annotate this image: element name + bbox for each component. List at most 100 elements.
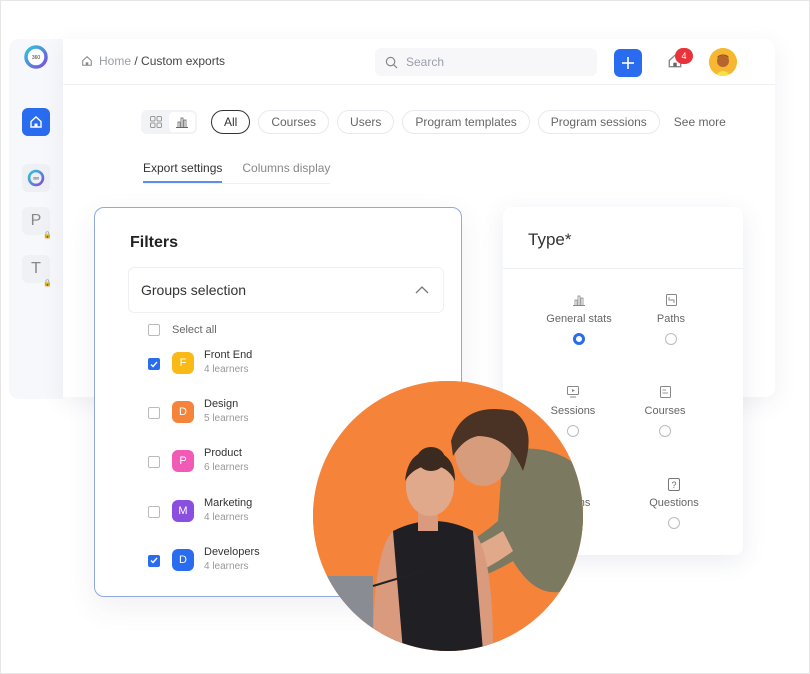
group-text: Developers 4 learners: [204, 545, 260, 575]
path-doc-icon: [664, 293, 678, 307]
add-button[interactable]: [614, 49, 642, 77]
type-title: Type*: [528, 230, 572, 249]
group-avatar: M: [172, 499, 194, 522]
group-name: Developers: [204, 545, 260, 558]
search-icon: [385, 56, 398, 68]
check-icon: [150, 361, 158, 368]
group-count: 6 learners: [204, 462, 249, 474]
filters-title: Filters: [130, 234, 179, 251]
group-checkbox[interactable]: [148, 456, 160, 469]
type-option-label: Questions: [649, 497, 699, 509]
group-name: Front End: [204, 349, 253, 361]
bar-chart-icon: [176, 117, 188, 128]
photo-illustration: [313, 381, 583, 651]
tab-columns-display[interactable]: Columns display: [242, 161, 330, 183]
group-text: Product 6 learners: [204, 446, 248, 476]
filter-chips: All Courses Users Program templates Prog…: [211, 110, 726, 134]
radio-sessions[interactable]: [567, 425, 579, 437]
svg-text:?: ?: [671, 480, 676, 490]
avatar-illustration: [709, 48, 737, 76]
chip-program-templates[interactable]: Program templates: [402, 110, 530, 134]
sidebar-item-home[interactable]: [22, 108, 50, 136]
tabs: Export settings Columns display: [143, 161, 331, 184]
user-avatar[interactable]: [709, 48, 737, 76]
grid-view-button[interactable]: [143, 112, 169, 132]
group-row[interactable]: F Front End 4 learners: [148, 348, 260, 397]
chip-courses[interactable]: Courses: [258, 110, 330, 134]
tab-export-settings[interactable]: Export settings: [143, 161, 223, 183]
group-count: 4 learners: [204, 364, 249, 375]
breadcrumb: Home / Custom exports: [81, 54, 225, 68]
radio-general-stats[interactable]: [573, 333, 585, 345]
group-name: Product: [204, 447, 242, 460]
select-all-checkbox[interactable]: [148, 324, 160, 336]
group-checkbox[interactable]: [148, 407, 160, 420]
app-logo[interactable]: 360: [22, 43, 50, 71]
group-avatar: F: [172, 352, 194, 374]
group-row[interactable]: D Developers 4 learners: [148, 545, 260, 594]
sidebar: 360 360 P 🔒 T 🔒: [9, 39, 63, 399]
group-avatar: P: [172, 450, 194, 473]
sidebar-item-letter: P: [30, 212, 42, 229]
radio-courses[interactable]: [659, 425, 671, 437]
sidebar-item-360[interactable]: 360: [22, 164, 50, 192]
chip-all[interactable]: All: [211, 110, 251, 134]
lock-icon: 🔒: [43, 232, 52, 239]
home-icon: [82, 56, 92, 66]
group-text: Design 5 learners: [204, 397, 248, 427]
chip-users[interactable]: Users: [337, 110, 395, 134]
breadcrumb-current: Custom exports: [141, 54, 226, 68]
groups-selection-header[interactable]: Groups selection: [128, 267, 444, 313]
question-icon: ?: [667, 477, 681, 491]
grid-icon: [150, 116, 162, 128]
bar-chart-icon: [572, 293, 586, 307]
screen-frame: 360 360 P 🔒 T 🔒 Home / Custom exports Se…: [0, 0, 810, 674]
radio-questions[interactable]: [668, 517, 680, 529]
group-count: 4 learners: [204, 511, 249, 523]
group-checkbox[interactable]: [148, 358, 160, 370]
sidebar-item-t[interactable]: T 🔒: [22, 255, 52, 287]
group-row[interactable]: D Design 5 learners: [148, 397, 260, 446]
group-row[interactable]: M Marketing 4 learners: [148, 496, 260, 545]
top-bar: Home / Custom exports 4: [63, 39, 775, 85]
notification-badge: 4: [675, 48, 693, 64]
see-more-link[interactable]: See more: [674, 115, 726, 129]
group-checkbox[interactable]: [148, 554, 160, 567]
check-icon: [150, 557, 158, 564]
type-option-label: Paths: [656, 313, 686, 325]
breadcrumb-home[interactable]: Home: [99, 54, 131, 68]
view-toggle: [141, 110, 197, 134]
group-avatar: D: [172, 548, 194, 571]
radio-paths[interactable]: [665, 333, 677, 345]
type-option-courses[interactable]: Courses: [615, 385, 715, 437]
chart-view-button[interactable]: [169, 112, 195, 132]
svg-text:360: 360: [33, 177, 39, 181]
divider: [503, 268, 743, 269]
search-box[interactable]: [375, 48, 597, 76]
lock-icon: 🔒: [43, 280, 52, 287]
sidebar-item-letter: T: [31, 260, 41, 277]
svg-text:360: 360: [32, 55, 41, 61]
select-all-row[interactable]: Select all: [148, 324, 217, 336]
group-text: Front End 4 learners: [204, 348, 252, 378]
type-option-questions[interactable]: ? Questions: [624, 477, 724, 529]
search-input[interactable]: [406, 55, 576, 69]
group-avatar: D: [172, 401, 194, 424]
group-checkbox[interactable]: [148, 505, 160, 518]
screen-icon: [566, 385, 580, 399]
group-name: Marketing: [204, 496, 253, 509]
group-count: 5 learners: [204, 413, 249, 425]
type-option-general-stats[interactable]: General stats: [529, 293, 629, 345]
360-logo-icon: 360: [27, 169, 45, 187]
type-option-label: Courses: [644, 405, 686, 417]
type-option-paths[interactable]: Paths: [621, 293, 721, 345]
chevron-up-icon[interactable]: [415, 286, 429, 294]
group-row[interactable]: P Product 6 learners: [148, 446, 260, 495]
logo-360-icon: 360: [24, 45, 48, 69]
group-count: 4 learners: [204, 560, 249, 572]
sidebar-item-p[interactable]: P 🔒: [22, 207, 52, 239]
chip-program-sessions[interactable]: Program sessions: [537, 110, 660, 134]
select-all-label: Select all: [172, 324, 217, 336]
group-list: F Front End 4 learners D Design 5 learners P Pr…: [148, 348, 260, 594]
plus-icon: [622, 57, 634, 69]
